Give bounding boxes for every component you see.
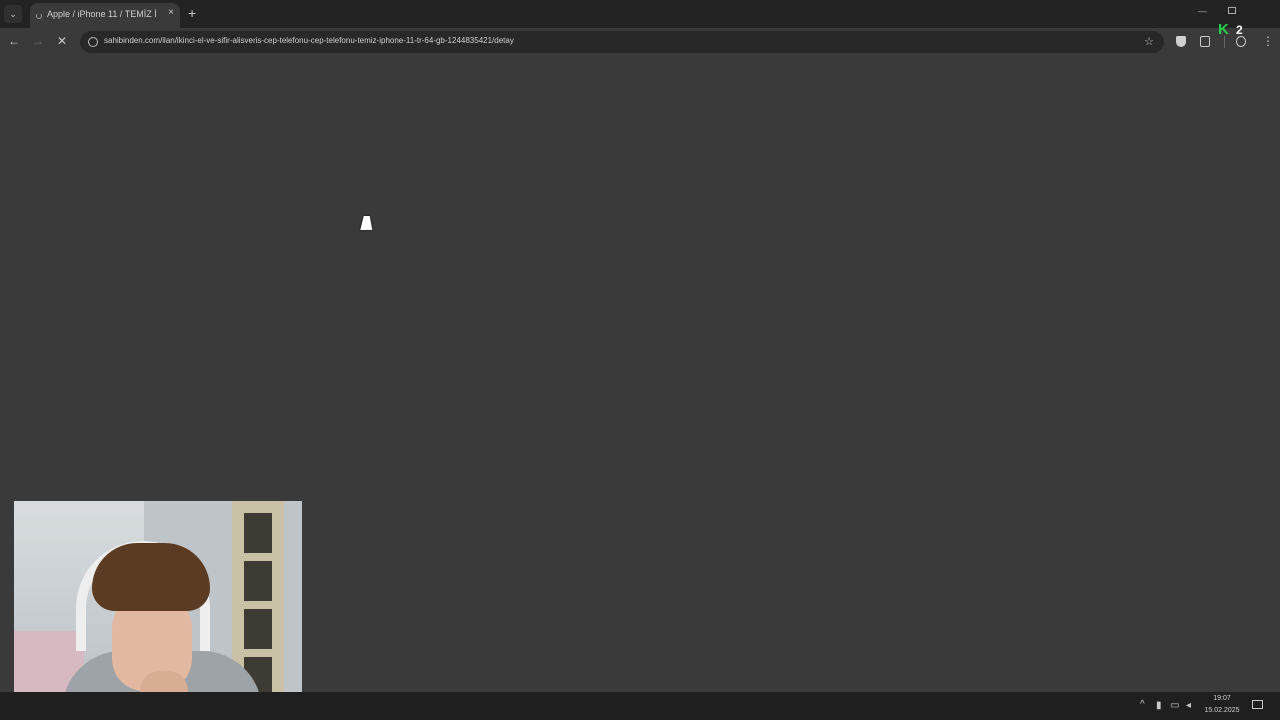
taskbar-clock-date[interactable]: 15.02.2025 bbox=[1202, 707, 1242, 714]
tab-title: Apple / iPhone 11 / TEMİZ İPH bbox=[47, 9, 157, 19]
address-bar[interactable]: sahibinden.com/ilan/ikinci-el-ve-sifir-a… bbox=[80, 31, 1164, 53]
new-tab-button[interactable]: + bbox=[188, 5, 196, 21]
door-glass-panel bbox=[244, 513, 272, 553]
forward-button[interactable]: → bbox=[32, 34, 44, 48]
extension-k-icon[interactable]: K bbox=[1218, 22, 1232, 37]
browser-titlebar: ⌄ Apple / iPhone 11 / TEMİZ İPH × + — bbox=[0, 0, 1280, 28]
extension-badge-count: 2 bbox=[1236, 23, 1243, 37]
notification-center-icon[interactable] bbox=[1252, 700, 1263, 709]
loading-spinner-icon bbox=[36, 13, 42, 19]
active-tab[interactable]: Apple / iPhone 11 / TEMİZ İPH × bbox=[30, 3, 180, 28]
tab-close-button[interactable]: × bbox=[168, 7, 174, 18]
url-text[interactable]: sahibinden.com/ilan/ikinci-el-ve-sifir-a… bbox=[104, 36, 514, 45]
door-glass-panel bbox=[244, 561, 272, 601]
network-icon[interactable]: ▭ bbox=[1170, 701, 1179, 711]
webcam-person-hair bbox=[92, 543, 210, 611]
window-maximize-button[interactable] bbox=[1228, 7, 1236, 14]
door-glass-panel bbox=[244, 609, 272, 649]
shield-extension-icon[interactable] bbox=[1176, 36, 1186, 47]
tray-overflow-chevron-icon[interactable]: ^ bbox=[1140, 699, 1145, 710]
site-info-icon[interactable] bbox=[88, 37, 98, 47]
window-minimize-button[interactable]: — bbox=[1198, 6, 1207, 16]
windows-taskbar: ^ ▮ ▭ ◂ 19:07 15.02.2025 bbox=[0, 692, 1280, 720]
profile-avatar-icon[interactable] bbox=[1236, 36, 1246, 47]
bookmark-star-icon[interactable]: ☆ bbox=[1144, 35, 1154, 48]
webcam-overlay bbox=[14, 501, 302, 719]
back-button[interactable]: ← bbox=[8, 34, 20, 48]
tab-search-button[interactable]: ⌄ bbox=[4, 5, 22, 23]
stop-loading-button[interactable]: ✕ bbox=[57, 34, 67, 48]
volume-icon[interactable]: ◂ bbox=[1186, 701, 1191, 711]
microphone-icon[interactable]: ▮ bbox=[1156, 701, 1162, 711]
browser-toolbar: ← → ✕ sahibinden.com/ilan/ikinci-el-ve-s… bbox=[0, 28, 1280, 56]
extensions-puzzle-icon[interactable] bbox=[1200, 36, 1210, 47]
taskbar-clock-time[interactable]: 19:07 bbox=[1204, 695, 1240, 702]
browser-menu-button[interactable]: ⋮ bbox=[1262, 34, 1274, 48]
